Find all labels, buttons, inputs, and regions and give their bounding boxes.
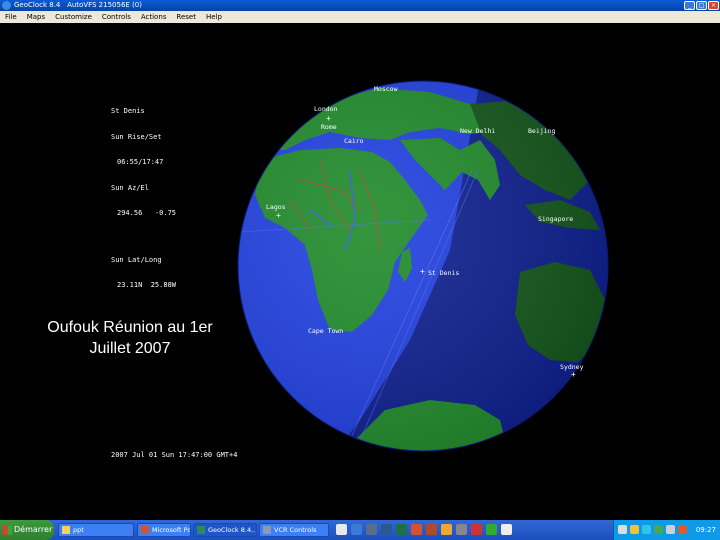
menu-actions[interactable]: Actions [136,11,172,23]
quicklaunch-powerpoint-icon[interactable] [411,524,422,535]
info-lat-long-label: Sun Lat/Long [111,255,162,264]
status-datetime: 2007 Jul 01 Sun 17:47:00 GMT+4 [111,451,238,459]
info-panel: St Denis Sun Rise/Set 06:55/17:47 Sun Az… [111,90,176,307]
vcr-icon [263,526,271,534]
powerpoint-icon [141,526,149,534]
menu-help[interactable]: Help [201,11,227,23]
city-lagos: Lagos [266,203,286,211]
window-title: GeoClock 8.4 AutoVFS 215056E (0) [14,1,142,9]
tray-app-icon[interactable] [642,525,651,534]
city-marker: + [571,370,576,379]
caption-line-1: Oufouk Réunion au 1er [47,319,213,336]
start-button[interactable]: Démarrer [0,520,54,540]
slide-caption: Oufouk Réunion au 1er Juillet 2007 [20,317,240,359]
quicklaunch-explorer-icon[interactable] [336,524,347,535]
title-bar: GeoClock 8.4 AutoVFS 215056E (0) _ □ × [0,0,720,11]
window-controls: _ □ × [684,1,719,10]
quicklaunch-access-icon[interactable] [426,524,437,535]
globe-view [237,80,609,452]
menu-reset[interactable]: Reset [171,11,201,23]
city-singapore: Singapore [538,215,574,223]
windows-logo-icon [3,525,12,535]
taskbar-clock[interactable]: 09:27 [696,520,716,540]
app-icon [2,1,11,10]
taskbar-item-powerpoint[interactable]: Microsoft Po... [137,523,191,537]
taskbar-item-label: ppt [73,526,84,534]
city-rome: Rome [321,123,337,131]
quicklaunch-ie-icon[interactable] [351,524,362,535]
map-canvas[interactable]: St Denis Sun Rise/Set 06:55/17:47 Sun Az… [0,23,720,520]
info-rise-set-label: Sun Rise/Set [111,132,162,141]
city-beijing: Beijing [528,127,556,135]
minimize-button[interactable]: _ [684,1,695,10]
quicklaunch-app-icon[interactable] [471,524,482,535]
info-location: St Denis [111,107,145,115]
info-rise-set-value: 06:55/17:47 [117,158,164,166]
city-moscow: Moscow [374,85,398,93]
menu-maps[interactable]: Maps [22,11,50,23]
quicklaunch-app-icon[interactable] [486,524,497,535]
taskbar-item-label: GeoClock 8.4... [208,526,257,534]
taskbar-item-vcr[interactable]: VCR Controls [259,523,329,537]
menu-controls[interactable]: Controls [97,11,136,23]
city-marker: + [326,114,331,123]
info-az-el-label: Sun Az/El [111,183,149,192]
menu-file[interactable]: File [0,11,22,23]
globe-icon [197,526,205,534]
taskbar-item-ppt[interactable]: ppt [58,523,134,537]
city-london: London [314,105,338,113]
taskbar-item-label: Microsoft Po... [152,526,191,534]
info-lat-long-value: 23.11N 25.88W [117,281,177,289]
city-new-delhi: New Delhi [460,127,496,135]
quicklaunch-word-icon[interactable] [381,524,392,535]
quicklaunch-outlook-icon[interactable] [441,524,452,535]
caption-line-2: Juillet 2007 [89,340,171,357]
taskbar: Démarrer ppt Microsoft Po... GeoClock 8.… [0,520,720,540]
volume-icon[interactable] [666,525,675,534]
taskbar-item-label: VCR Controls [274,526,317,534]
system-tray: 09:27 [613,520,720,540]
quicklaunch-desktop-icon[interactable] [366,524,377,535]
start-label: Démarrer [14,525,53,534]
city-cape-town: Cape Town [308,327,344,335]
quicklaunch-app-icon[interactable] [456,524,467,535]
quicklaunch-excel-icon[interactable] [396,524,407,535]
close-button[interactable]: × [708,1,719,10]
city-marker: + [276,211,281,220]
tray-app-icon[interactable] [678,525,687,534]
folder-icon [62,526,70,534]
city-cairo: Cairo [344,137,364,145]
maximize-button[interactable]: □ [696,1,707,10]
city-st-denis: St Denis [428,269,460,277]
city-marker: + [420,267,425,276]
info-az-el-value: 294.56 -0.75 [117,209,177,217]
tray-app-icon[interactable] [630,525,639,534]
network-icon[interactable] [618,525,627,534]
tray-app-icon[interactable] [654,525,663,534]
quicklaunch-app-icon[interactable] [501,524,512,535]
menu-bar: File Maps Customize Controls Actions Res… [0,11,720,23]
menu-customize[interactable]: Customize [50,11,97,23]
taskbar-item-geoclock[interactable]: GeoClock 8.4... [193,523,257,537]
